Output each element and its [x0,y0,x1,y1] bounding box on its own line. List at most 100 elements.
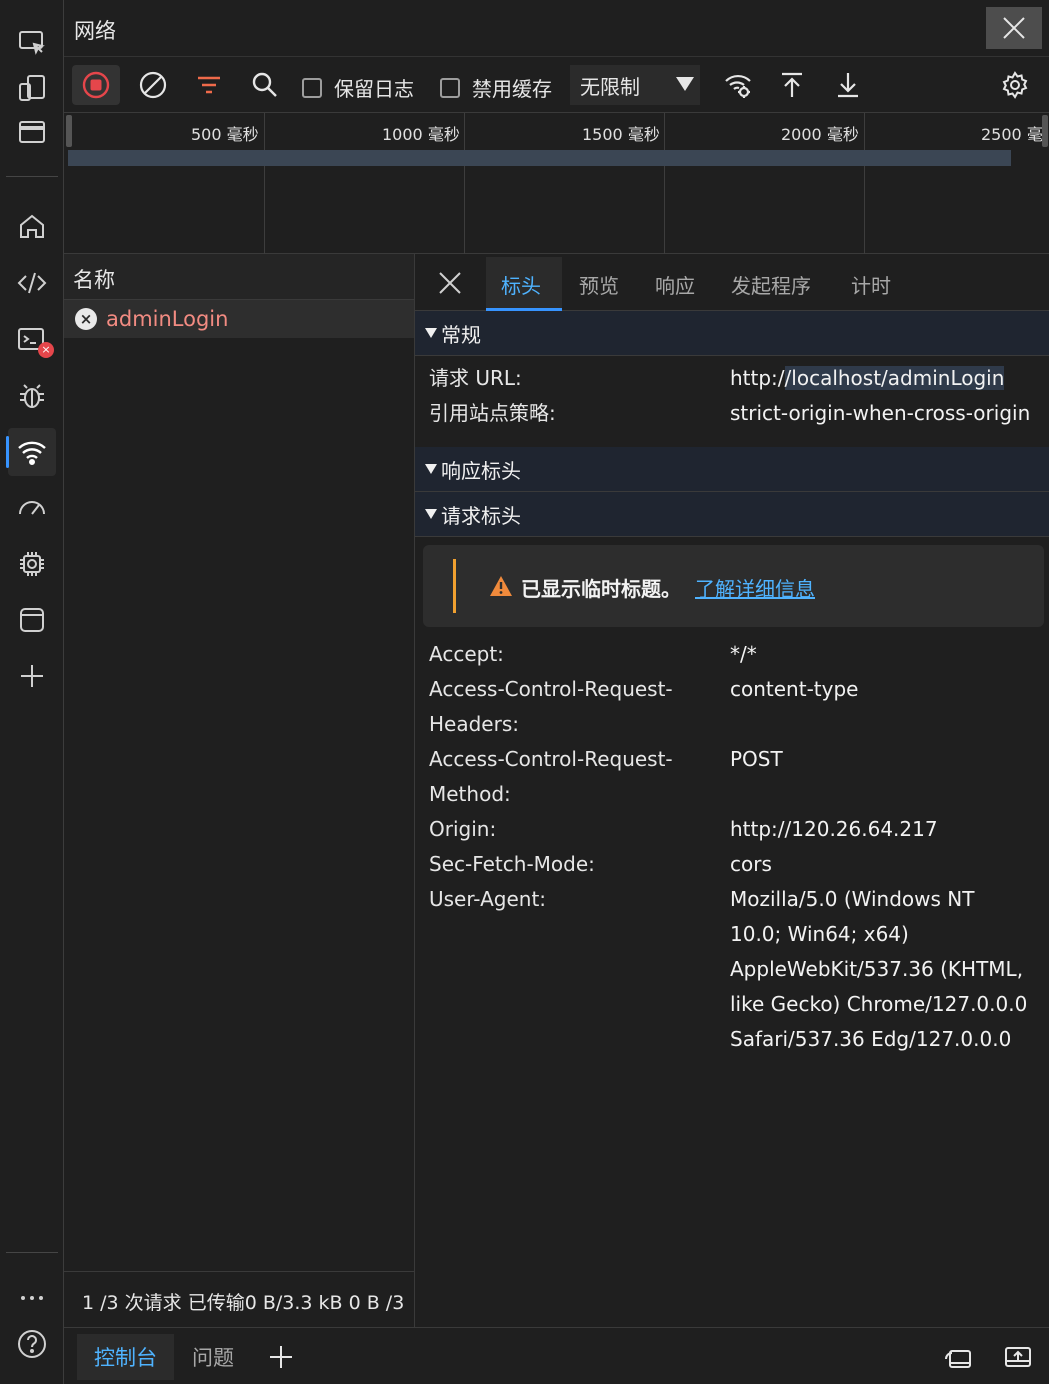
checkbox-box[interactable] [302,77,322,98]
inspect-icon[interactable] [8,18,56,66]
throttling-select[interactable]: 无限制 [570,65,700,105]
network-summary: 1 /3 次请求 已传输0 B/3.3 kB 0 B /3 [64,1271,415,1327]
undock-drawer-button[interactable] [1001,1340,1035,1374]
tab-headers[interactable]: 标头 [501,270,541,299]
browser-window-icon[interactable] [8,108,56,156]
section-request-headers[interactable]: 请求标头 [415,492,1049,537]
dock-button[interactable] [941,1340,975,1374]
record-button[interactable] [72,65,120,105]
tab-timing[interactable]: 计时 [851,270,891,299]
triangle-down-icon [425,464,437,474]
disable-cache-label: 禁用缓存 [472,77,552,101]
section-response-headers[interactable]: 响应标头 [415,447,1049,492]
error-circle-icon: × [75,308,97,330]
error-badge: × [38,342,54,358]
network-toolbar: 保留日志 禁用缓存 无限制 [64,57,1049,113]
checkbox-box[interactable] [440,77,460,98]
wifi-settings-icon [725,74,751,98]
learn-more-link[interactable]: 了解详细信息 [695,573,815,602]
field-value[interactable]: http://localhost/adminLogin [730,361,1030,396]
activity-bar: × [0,0,64,1384]
timeline-left-handle[interactable] [66,115,72,147]
header-value[interactable]: POST [730,742,1030,777]
field-value[interactable]: strict-origin-when-cross-origin [730,396,1049,431]
notice-text: 已显示临时标题。 [521,577,681,601]
clear-button[interactable] [134,65,172,105]
timeline-gridline [864,113,865,254]
performance-gauge-icon[interactable] [8,484,56,532]
warning-icon [490,576,512,596]
timeline-tick-label: 500 毫秒 [191,125,259,144]
header-key: Access-Control-Request-Headers: [429,677,673,736]
header-key: Sec-Fetch-Mode: [429,852,595,876]
chevron-down-icon [676,77,694,91]
header-value[interactable]: http://120.26.64.217 [730,812,1030,847]
tab-preview[interactable]: 预览 [579,270,619,299]
tab-issues[interactable]: 问题 [192,1334,234,1380]
record-stop-icon [82,71,110,99]
more-icon[interactable] [8,1274,56,1322]
clear-icon [139,71,167,99]
close-panel-button[interactable] [986,7,1042,49]
header-value[interactable]: Mozilla/5.0 (Windows NT 10.0; Win64; x64… [730,882,1030,1057]
download-icon [838,73,858,98]
provisional-headers-notice: 已显示临时标题。 了解详细信息 [423,545,1044,627]
tab-console[interactable]: 控制台 [77,1334,174,1380]
bug-icon[interactable] [8,372,56,420]
add-drawer-tab-button[interactable] [264,1340,298,1374]
network-conditions-button[interactable] [718,65,758,105]
timeline-right-handle[interactable] [1042,115,1048,147]
header-key: Origin: [429,817,497,841]
network-settings-button[interactable] [995,65,1035,105]
panel-title: 网络 [74,19,116,43]
disable-cache-checkbox[interactable]: 禁用缓存 [440,73,552,102]
drawer-tabbar: 控制台 问题 [64,1327,1049,1384]
memory-chip-icon[interactable] [8,540,56,588]
tab-response[interactable]: 响应 [655,270,695,299]
filter-icon [198,76,220,94]
name-column-header[interactable]: 名称 [64,254,414,300]
timeline-request-bar [68,150,1011,166]
timeline-tick-label: 2000 毫秒 [781,125,859,144]
throttling-value: 无限制 [580,74,640,99]
general-fields: 请求 URL: http://localhost/adminLogin 引用站点… [415,356,1049,447]
device-emulation-icon[interactable] [8,64,56,112]
search-icon [252,72,277,97]
panel-titlebar: 网络 [64,0,1049,57]
timeline-overview[interactable]: 500 毫秒 1000 毫秒 1500 毫秒 2000 毫秒 2500 毫 [64,113,1049,254]
gear-icon [1002,71,1028,99]
request-details: 标头 预览 响应 发起程序 计时 常规 请求 URL: http://local… [415,254,1049,1327]
timeline-gridline [464,113,465,254]
timeline-tick-label: 1000 毫秒 [382,125,460,144]
help-icon[interactable] [8,1320,56,1368]
add-tool-icon[interactable] [8,652,56,700]
preserve-log-checkbox[interactable]: 保留日志 [302,73,414,102]
drawer-up-icon [1005,1347,1031,1367]
console-icon[interactable]: × [8,316,56,364]
export-har-button[interactable] [828,65,868,105]
field-key: 请求 URL: [429,366,522,390]
request-list: 名称 × adminLogin 1 /3 次请求 已传输0 B/3.3 kB 0… [64,254,415,1327]
import-har-button[interactable] [772,65,812,105]
request-row[interactable]: × adminLogin [64,300,414,338]
header-value[interactable]: cors [730,847,1030,882]
timeline-gridline [264,113,265,254]
plus-icon [270,1346,292,1368]
notice-accent-bar [453,559,456,613]
section-general[interactable]: 常规 [415,311,1049,356]
header-value[interactable]: */* [730,637,1030,672]
dock-icon [945,1350,971,1368]
elements-icon[interactable] [8,259,56,307]
filter-button[interactable] [190,65,228,105]
timeline-tick-label: 1500 毫秒 [582,125,660,144]
header-value[interactable]: content-type [730,672,1030,707]
request-name: adminLogin [106,307,229,331]
request-header-fields: Accept: */* Access-Control-Request-Heade… [415,637,1049,1067]
timeline-gridline [664,113,665,254]
close-icon[interactable] [435,268,465,298]
search-button[interactable] [246,65,284,105]
home-icon[interactable] [8,202,56,250]
network-wifi-icon[interactable] [6,428,56,476]
tab-initiator[interactable]: 发起程序 [731,270,811,299]
application-panel-icon[interactable] [8,596,56,644]
